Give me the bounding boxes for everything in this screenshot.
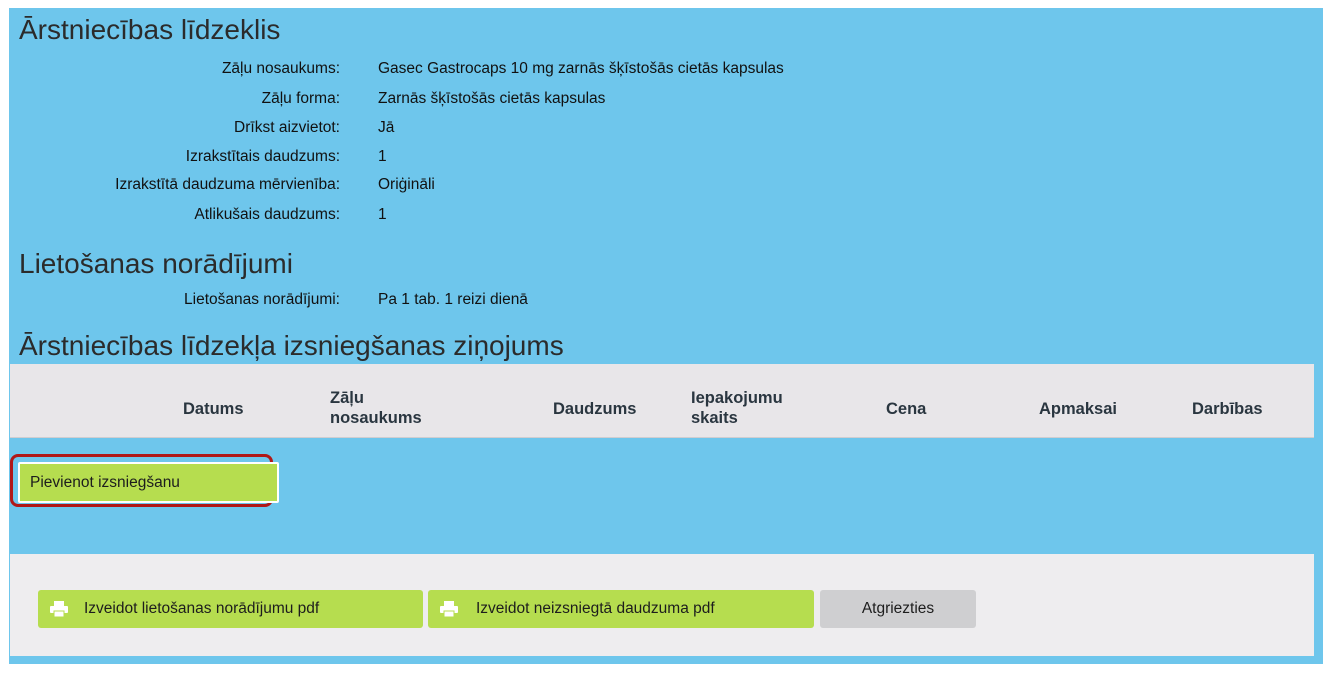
detail-label: Atlikušais daudzums: <box>194 206 340 223</box>
detail-row-replace: Drīkst aizvietot: Jā <box>9 119 1009 143</box>
detail-row-name: Zāļu nosaukums: Gasec Gastrocaps 10 mg z… <box>9 60 1009 84</box>
printer-icon <box>440 601 458 617</box>
detail-value: 1 <box>378 206 387 223</box>
column-header-price[interactable]: Cena <box>886 399 926 419</box>
undispensed-pdf-button[interactable]: Izveidot neizsniegtā daudzuma pdf <box>428 590 814 628</box>
detail-value: Jā <box>378 119 395 136</box>
column-header-payable[interactable]: Apmaksai <box>1039 399 1117 419</box>
dispense-table-header: Datums Zāļu nosaukums Daudzums Iepakojum… <box>10 364 1314 438</box>
detail-label: Izrakstītā daudzuma mērvienība: <box>115 176 340 193</box>
detail-row-form: Zāļu forma: Zarnās šķīstošās cietās kaps… <box>9 90 1009 114</box>
column-header-medicine-name[interactable]: Zāļu nosaukums <box>330 388 460 428</box>
detail-row-quantity: Izrakstītais daudzums: 1 <box>9 148 1009 172</box>
back-button[interactable]: Atgriezties <box>820 590 976 628</box>
usage-value: Pa 1 tab. 1 reizi dienā <box>378 291 528 308</box>
detail-label: Zāļu nosaukums: <box>221 60 340 77</box>
usage-pdf-button[interactable]: Izveidot lietošanas norādījumu pdf <box>38 590 423 628</box>
usage-pdf-label: Izveidot lietošanas norādījumu pdf <box>84 600 320 617</box>
undispensed-pdf-label: Izveidot neizsniegtā daudzuma pdf <box>476 600 715 617</box>
detail-row-remaining: Atlikušais daudzums: 1 <box>9 206 1009 230</box>
add-dispense-button[interactable]: Pievienot izsniegšanu <box>18 462 279 503</box>
detail-value: Oriģināli <box>378 176 435 193</box>
column-header-package-count[interactable]: Iepakojumu skaits <box>691 388 831 428</box>
medicine-section-title: Ārstniecības līdzeklis <box>19 14 281 45</box>
add-dispense-highlight: Pievienot izsniegšanu <box>10 454 279 507</box>
usage-row: Lietošanas norādījumi: Pa 1 tab. 1 reizi… <box>9 291 1009 315</box>
detail-label: Zāļu forma: <box>261 90 340 107</box>
detail-label: Drīkst aizvietot: <box>234 119 340 136</box>
usage-label: Lietošanas norādījumi: <box>184 291 340 308</box>
detail-label: Izrakstītais daudzums: <box>185 148 340 165</box>
usage-section-title: Lietošanas norādījumi <box>19 248 293 279</box>
detail-row-unit: Izrakstītā daudzuma mērvienība: Oriģināl… <box>9 176 1009 200</box>
detail-value: Gasec Gastrocaps 10 mg zarnās šķīstošās … <box>378 60 784 77</box>
detail-value: Zarnās šķīstošās cietās kapsulas <box>378 90 606 107</box>
dispense-section-title: Ārstniecības līdzekļa izsniegšanas ziņoj… <box>19 330 564 361</box>
column-header-actions[interactable]: Darbības <box>1192 399 1263 419</box>
printer-icon <box>50 601 68 617</box>
column-header-quantity[interactable]: Daudzums <box>553 399 636 419</box>
detail-value: 1 <box>378 148 387 165</box>
column-header-date[interactable]: Datums <box>183 399 244 419</box>
